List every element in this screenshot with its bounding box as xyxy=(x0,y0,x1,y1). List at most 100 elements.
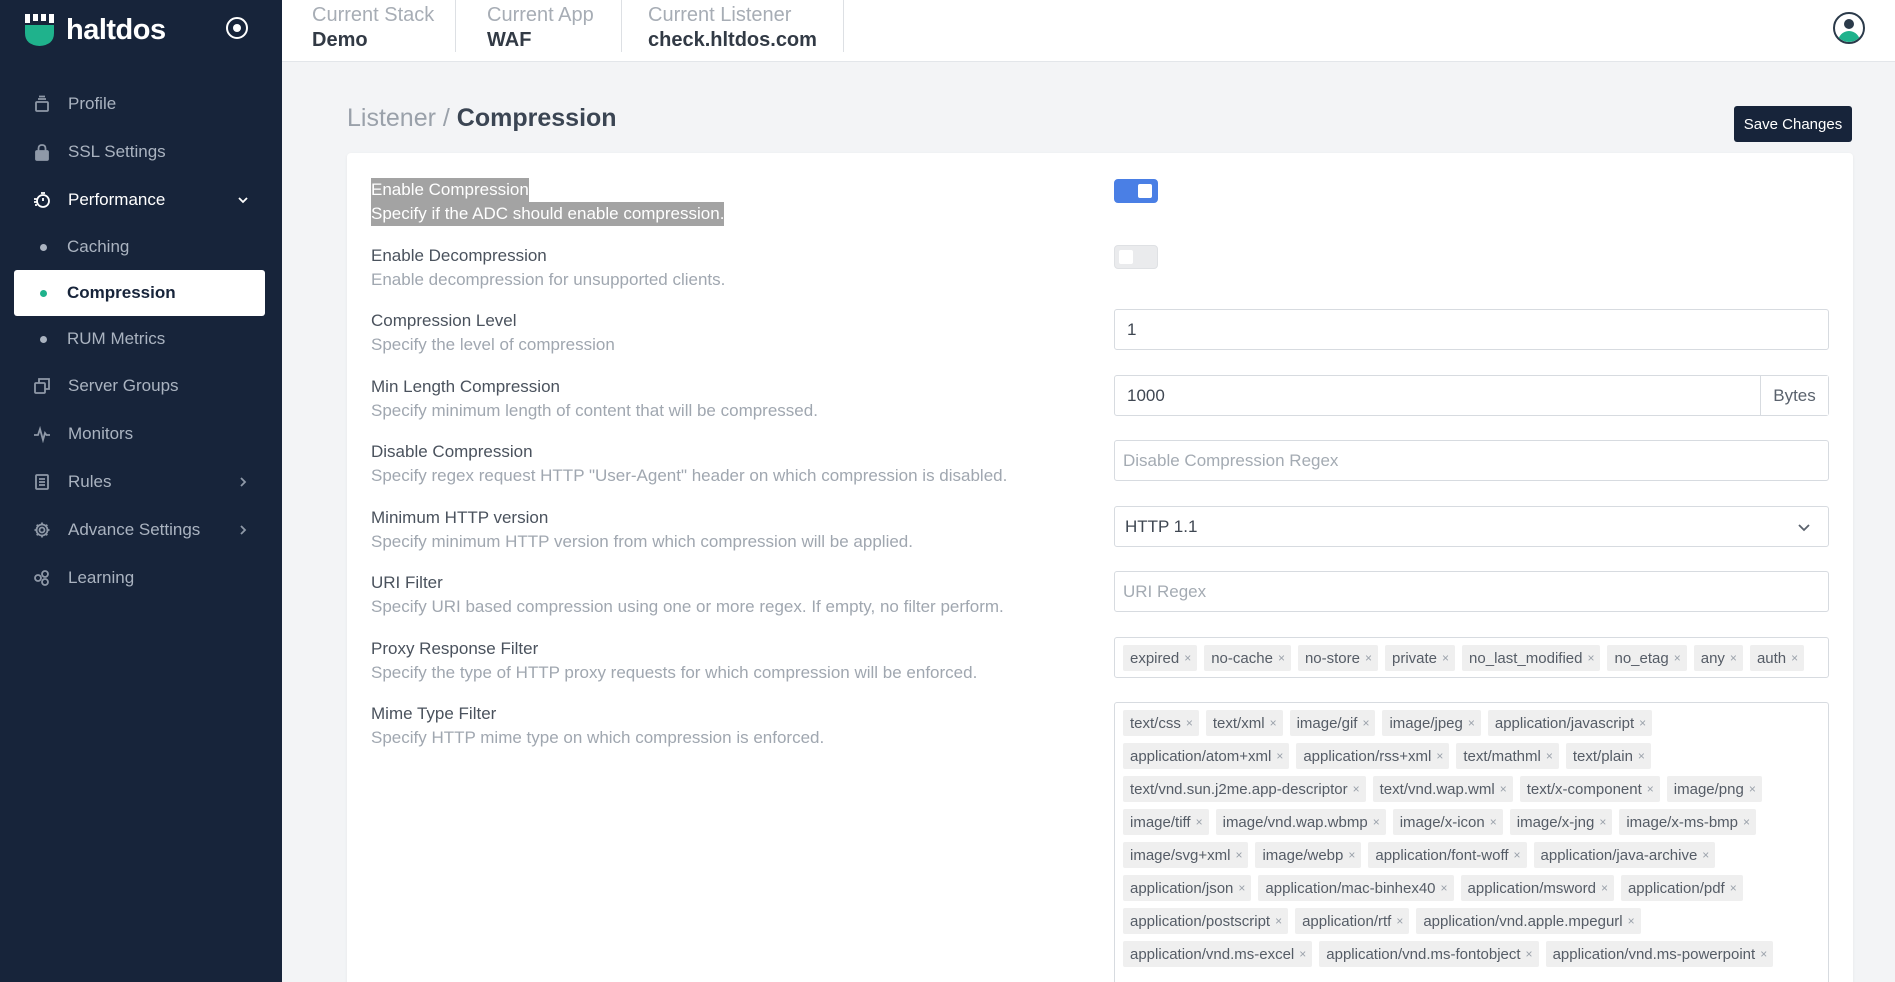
setting-title: URI Filter xyxy=(371,573,443,592)
remove-tag-icon[interactable]: × xyxy=(1601,881,1608,895)
min-length-input[interactable]: Bytes xyxy=(1114,375,1829,416)
sidebar-item-label: SSL Settings xyxy=(68,142,166,161)
tag-label: private xyxy=(1392,649,1438,667)
sidebar-item-advance-settings[interactable]: Advance Settings xyxy=(14,506,265,554)
remove-tag-icon[interactable]: × xyxy=(1353,782,1360,796)
tag-label: application/vnd.ms-fontobject xyxy=(1326,945,1521,963)
remove-tag-icon[interactable]: × xyxy=(1238,881,1245,895)
setting-description: Specify the type of HTTP proxy requests … xyxy=(371,663,978,682)
compression-level-input[interactable] xyxy=(1114,309,1829,350)
tag-label: application/java-archive xyxy=(1540,846,1698,864)
sidebar-subitem-rum-metrics[interactable]: RUM Metrics xyxy=(14,316,265,362)
remove-tag-icon[interactable]: × xyxy=(1396,914,1403,928)
remove-tag-icon[interactable]: × xyxy=(1760,947,1767,961)
tag-label: application/vnd.ms-powerpoint xyxy=(1552,945,1756,963)
sidebar-item-performance[interactable]: Performance xyxy=(14,176,265,224)
remove-tag-icon[interactable]: × xyxy=(1702,848,1709,862)
remove-tag-icon[interactable]: × xyxy=(1546,749,1553,763)
remove-tag-icon[interactable]: × xyxy=(1362,716,1369,730)
remove-tag-icon[interactable]: × xyxy=(1674,651,1681,665)
tag-chip: application/atom+xml × xyxy=(1123,743,1290,769)
user-avatar-icon[interactable] xyxy=(1833,12,1865,44)
compression-level-value[interactable] xyxy=(1127,319,1828,340)
sidebar-item-learning[interactable]: Learning xyxy=(14,554,265,602)
sidebar-item-rules[interactable]: Rules xyxy=(14,458,265,506)
proxy-response-filter-tags[interactable]: expired × no-cache × no-store × private × no_las… xyxy=(1114,637,1829,678)
enable-compression-toggle[interactable] xyxy=(1114,179,1158,203)
top-bar: Current Stack Demo Current App WAF Curre… xyxy=(282,0,1895,62)
remove-tag-icon[interactable]: × xyxy=(1196,815,1203,829)
remove-tag-icon[interactable]: × xyxy=(1791,651,1798,665)
breadcrumb-parent[interactable]: Listener xyxy=(347,104,436,132)
remove-tag-icon[interactable]: × xyxy=(1348,848,1355,862)
remove-tag-icon[interactable]: × xyxy=(1514,848,1521,862)
remove-tag-icon[interactable]: × xyxy=(1441,881,1448,895)
tag-chip: text/vnd.sun.j2me.app-descriptor × xyxy=(1123,776,1366,802)
disable-compression-regex[interactable] xyxy=(1123,450,1828,471)
uri-regex[interactable] xyxy=(1123,581,1828,602)
remove-tag-icon[interactable]: × xyxy=(1490,815,1497,829)
sidebar-item-label: Caching xyxy=(67,237,130,256)
remove-tag-icon[interactable]: × xyxy=(1276,749,1283,763)
tag-chip: image/x-jng × xyxy=(1509,809,1613,835)
tag-label: application/rss+xml xyxy=(1303,747,1432,765)
remove-tag-icon[interactable]: × xyxy=(1442,651,1449,665)
remove-tag-icon[interactable]: × xyxy=(1278,651,1285,665)
current-listener[interactable]: Current Listener check.hltdos.com xyxy=(648,0,844,52)
uri-filter-label: URI Filter Specify URI based compression… xyxy=(371,571,1131,619)
tag-label: application/mac-binhex40 xyxy=(1265,879,1436,897)
sidebar-item-label: Performance xyxy=(68,190,166,209)
remove-tag-icon[interactable]: × xyxy=(1235,848,1242,862)
tag-label: no_last_modified xyxy=(1469,649,1583,667)
remove-tag-icon[interactable]: × xyxy=(1587,651,1594,665)
remove-tag-icon[interactable]: × xyxy=(1638,749,1645,763)
server-groups-icon xyxy=(32,376,52,396)
learning-icon xyxy=(32,568,52,588)
remove-tag-icon[interactable]: × xyxy=(1373,815,1380,829)
remove-tag-icon[interactable]: × xyxy=(1628,914,1635,928)
tag-chip: text/mathml × xyxy=(1456,743,1559,769)
enable-decompression-toggle[interactable] xyxy=(1114,245,1158,269)
chevron-right-icon xyxy=(235,474,251,490)
brand[interactable]: haltdos xyxy=(24,10,166,50)
remove-tag-icon[interactable]: × xyxy=(1270,716,1277,730)
breadcrumb-separator: / xyxy=(435,104,457,132)
sidebar-item-ssl-settings[interactable]: SSL Settings xyxy=(14,128,265,176)
sidebar-item-monitors[interactable]: Monitors xyxy=(14,410,265,458)
current-app[interactable]: Current App WAF xyxy=(487,0,622,52)
min-length-value[interactable] xyxy=(1127,385,1747,406)
sidebar-item-profile[interactable]: Profile xyxy=(14,80,265,128)
setting-description: Specify minimum HTTP version from which … xyxy=(371,532,913,551)
tag-label: auth xyxy=(1756,649,1787,667)
remove-tag-icon[interactable]: × xyxy=(1639,716,1646,730)
remove-tag-icon[interactable]: × xyxy=(1730,651,1737,665)
mime-type-filter-tags[interactable]: text/css × text/xml × image/gif × image/jpeg × a… xyxy=(1114,702,1829,982)
disable-compression-input[interactable] xyxy=(1114,440,1829,481)
remove-tag-icon[interactable]: × xyxy=(1526,947,1533,961)
uri-filter-input[interactable] xyxy=(1114,571,1829,612)
remove-tag-icon[interactable]: × xyxy=(1299,947,1306,961)
sidebar-subitem-compression[interactable]: Compression xyxy=(14,270,265,316)
remove-tag-icon[interactable]: × xyxy=(1749,782,1756,796)
remove-tag-icon[interactable]: × xyxy=(1730,881,1737,895)
remove-tag-icon[interactable]: × xyxy=(1186,716,1193,730)
min-http-version-select[interactable]: HTTP 1.1 xyxy=(1114,506,1829,547)
remove-tag-icon[interactable]: × xyxy=(1647,782,1654,796)
current-stack[interactable]: Current Stack Demo xyxy=(312,0,456,52)
remove-tag-icon[interactable]: × xyxy=(1184,651,1191,665)
mime-type-filter-label: Mime Type Filter Specify HTTP mime type … xyxy=(371,702,1131,750)
tag-chip: image/x-ms-bmp × xyxy=(1619,809,1757,835)
remove-tag-icon[interactable]: × xyxy=(1500,782,1507,796)
remove-tag-icon[interactable]: × xyxy=(1436,749,1443,763)
remove-tag-icon[interactable]: × xyxy=(1599,815,1606,829)
save-changes-button[interactable]: Save Changes xyxy=(1734,106,1852,142)
remove-tag-icon[interactable]: × xyxy=(1743,815,1750,829)
remove-tag-icon[interactable]: × xyxy=(1468,716,1475,730)
sidebar-subitem-caching[interactable]: Caching xyxy=(14,224,265,270)
sidebar-toggle-icon[interactable] xyxy=(226,17,248,39)
sidebar-item-server-groups[interactable]: Server Groups xyxy=(14,362,265,410)
tag-label: application/vnd.ms-excel xyxy=(1130,945,1295,963)
remove-tag-icon[interactable]: × xyxy=(1365,651,1372,665)
tag-label: no-store xyxy=(1304,649,1360,667)
remove-tag-icon[interactable]: × xyxy=(1275,914,1282,928)
